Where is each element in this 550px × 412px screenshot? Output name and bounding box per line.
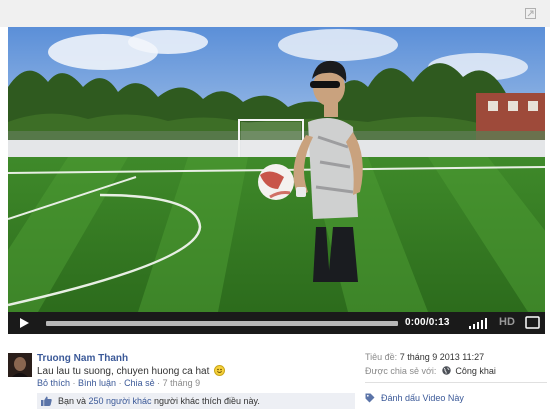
fullscreen-icon[interactable] [525, 316, 540, 329]
action-separator: · [116, 378, 125, 388]
author-name[interactable]: Truong Nam Thanh [37, 353, 128, 364]
progress-bar[interactable] [46, 321, 398, 326]
smiley-icon [214, 365, 226, 376]
video-frame[interactable] [8, 27, 545, 312]
post-actions: Bỏ thích · Bình luận · Chia sẻ · 7 tháng… [37, 378, 200, 388]
expand-icon[interactable] [525, 8, 536, 19]
avatar-image [8, 353, 32, 377]
meta-divider [365, 382, 547, 383]
meta-shared-value[interactable]: Công khai [455, 366, 496, 376]
avatar[interactable] [8, 353, 32, 377]
tag-icon [365, 393, 375, 403]
comment-link[interactable]: Bình luận [78, 378, 116, 388]
play-icon[interactable] [18, 317, 30, 329]
player-controls: 0:00/0:13 HD [8, 312, 545, 334]
bookmark-video-link[interactable]: Đánh dấu Video Này [365, 393, 464, 403]
action-separator: · [154, 378, 163, 388]
likes-text: Bạn và 250 người khác người khác thích đ… [58, 396, 260, 406]
bookmark-video-label[interactable]: Đánh dấu Video Này [381, 393, 464, 403]
meta-title-label: Tiêu đề: [365, 352, 398, 362]
hd-toggle[interactable]: HD [499, 316, 515, 328]
likes-count-link[interactable]: 250 người khác [89, 396, 152, 406]
meta-shared-row: Được chia sẻ với: Công khai [365, 366, 496, 376]
volume-icon[interactable] [468, 317, 488, 329]
post-date[interactable]: 7 tháng 9 [163, 378, 201, 388]
video-player[interactable]: 0:00/0:13 HD [8, 27, 545, 334]
likes-box: Bạn và 250 người khác người khác thích đ… [37, 393, 355, 409]
top-bar [0, 0, 550, 27]
caption: Lau lau tu suong, chuyen huong ca hat [37, 365, 226, 377]
globe-icon[interactable] [442, 366, 451, 375]
caption-text: Lau lau tu suong, chuyen huong ca hat [37, 366, 210, 377]
unlike-link[interactable]: Bỏ thích [37, 378, 70, 388]
time-readout: 0:00/0:13 [405, 317, 450, 328]
action-separator: · [70, 378, 79, 388]
share-link[interactable]: Chia sẻ [124, 378, 155, 388]
like-icon [41, 396, 52, 406]
meta-shared-label: Được chia sẻ với: [365, 366, 437, 376]
likes-suffix: người khác thích điều này. [151, 396, 260, 406]
separator [0, 334, 550, 344]
meta-title-value: 7 tháng 9 2013 11:27 [399, 352, 485, 362]
meta-title-row: Tiêu đề: 7 tháng 9 2013 11:27 [365, 352, 484, 362]
likes-prefix: Bạn và [58, 396, 89, 406]
